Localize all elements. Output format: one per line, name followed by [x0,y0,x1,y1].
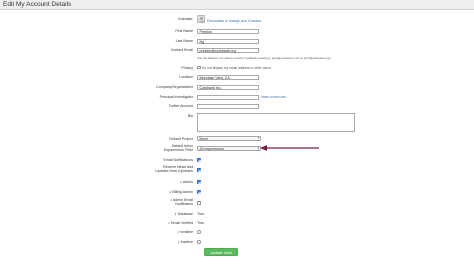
contact-email-help: Use the address you want to receive Cyto… [197,56,331,60]
key-icon: ⚷ [169,198,173,202]
billing-admin-checkbox[interactable] [197,190,201,194]
invisible-radio[interactable] [197,230,201,234]
avatar [197,15,205,23]
email-notifications-label: Email Notifications [163,158,193,162]
default-project-select[interactable]: None ▴ ▾ [197,136,261,141]
gravatar-label: Gravatar: [178,17,193,21]
location-field[interactable]: Mountain View, CA [197,74,259,80]
database-value: True [197,212,205,216]
database-label: ⚷ Database [174,212,193,216]
contact-email-label: Contact Email [170,48,193,52]
gravatar-link[interactable]: Personalise or change your Gravatar [207,19,261,23]
privacy-checkbox[interactable] [197,65,201,70]
key-icon: ⚷ [177,240,180,244]
annotation-arrow [260,145,319,151]
first-name-field[interactable]: Preston [197,28,259,34]
receive-news-checkbox[interactable] [197,168,201,172]
email-notifications-checkbox[interactable] [197,158,201,162]
bio-textarea[interactable] [197,113,355,132]
principal-investigator-field[interactable] [197,94,259,100]
location-label: Location [179,75,193,79]
bio-label: Bio [187,114,193,118]
default-filter-label: Default Inbox Experiments Filter [164,144,193,152]
email-verified-value: True [197,221,205,225]
billing-admin-label: ⚷ Billing Admin [169,190,193,194]
company-label: Company/Organization [156,85,193,89]
twitter-label: Twitter Account [168,104,193,108]
default-filter-value: All experiments [199,146,225,151]
inactive-radio[interactable] [197,240,201,244]
last-name-label: Last Name [175,39,193,43]
twitter-field[interactable] [197,103,259,109]
company-field[interactable]: Cytobank Inc. [197,84,259,90]
key-icon: ⚷ [179,180,182,184]
admin-label: ⚷ Admin [179,180,193,184]
page-header: Edit My Account Details [0,0,474,10]
receive-news-label: Receive News and Updates from Cytobank [155,165,193,173]
default-project-label: Default Project [169,137,193,141]
invisible-label: ⚷ Invisible [176,230,193,234]
admin-email-notification-checkbox[interactable] [197,201,201,205]
select-arrows-icon: ▴ ▾ [257,136,260,142]
inactive-label: ⚷ Inactive [177,240,193,244]
admin-checkbox[interactable] [197,180,201,184]
principal-investigator-label: Principal Investigator [159,95,193,99]
contact-email-field[interactable]: preston@cytobank.org [197,47,259,53]
page-title: Edit My Account Details [3,1,72,8]
privacy-text: Do not display my email address to other… [202,65,271,70]
default-filter-select[interactable]: All experiments ▴ ▾ [197,145,261,151]
update-user-button[interactable]: Update User [204,248,238,256]
default-project-value: None [199,137,209,141]
key-icon: ⚷ [174,212,177,216]
admin-email-notification-label: ⚷ Admin Email Notification [169,198,193,206]
privacy-label: Privacy [181,65,193,70]
email-verified-label: ⚷ Email Verified [167,221,193,225]
invite-user-link[interactable]: Invite a new user [261,95,286,99]
key-icon: ⚷ [167,221,171,225]
last-name-field[interactable]: Ng [197,38,259,44]
first-name-label: First Name [175,29,193,33]
key-icon: ⚷ [176,230,180,234]
